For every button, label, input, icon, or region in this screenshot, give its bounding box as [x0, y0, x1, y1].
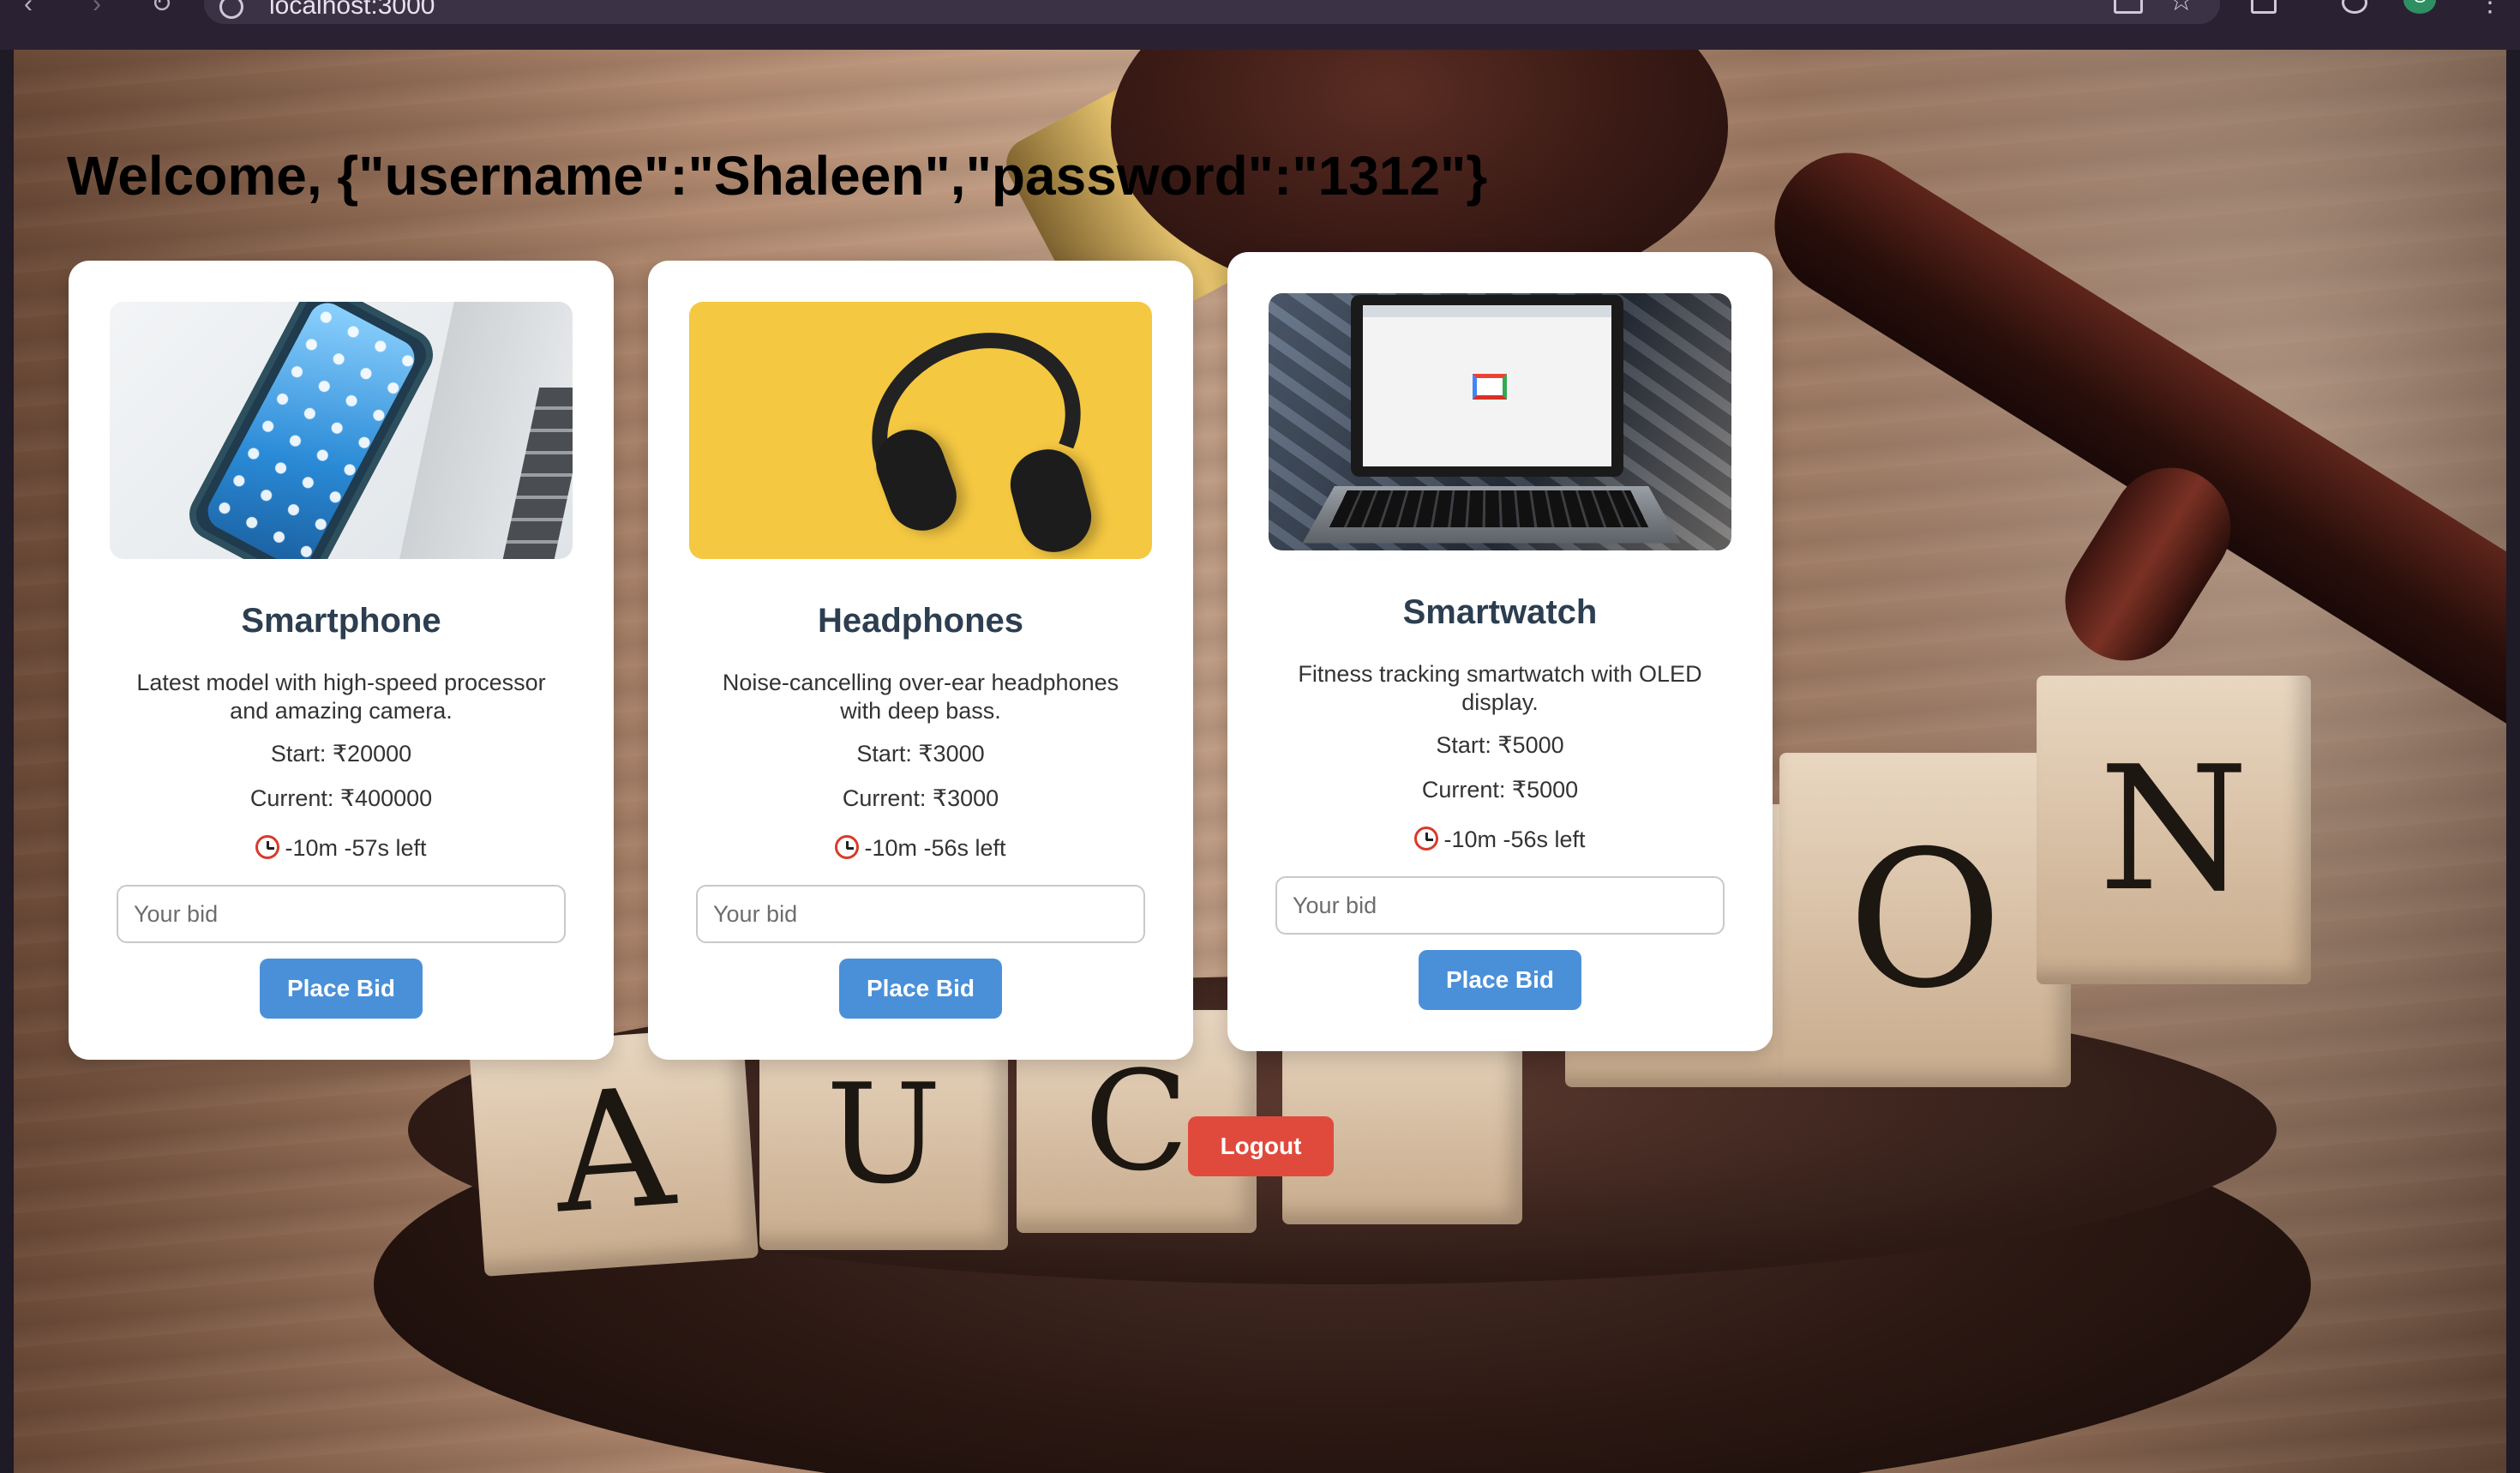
item-title: Smartwatch [1402, 593, 1598, 631]
item-card-smartphone: Smartphone Latest model with high-speed … [69, 261, 614, 1060]
item-card-headphones: Headphones Noise-cancelling over-ear hea… [648, 261, 1193, 1060]
item-start-price: Start: ₹20000 [270, 741, 412, 767]
photo-phone [180, 302, 442, 559]
time-left-text: -10m -57s left [285, 835, 427, 861]
gmail-icon [1473, 374, 1507, 400]
item-description: Fitness tracking smartwatch with OLED di… [1298, 661, 1702, 715]
place-bid-button[interactable]: Place Bid [1419, 950, 1581, 1010]
item-description: Latest model with high-speed processor a… [136, 670, 546, 724]
photo-laptop-display [1363, 305, 1611, 466]
time-left-text: -10m -56s left [864, 835, 1006, 861]
cast-icon[interactable] [2114, 0, 2143, 14]
headphones-photo-icon [689, 302, 1152, 559]
alarm-clock-icon [255, 835, 280, 859]
item-time-left: -10m -56s left [1227, 823, 1773, 853]
smartphone-photo-icon [110, 302, 573, 559]
place-bid-button[interactable]: Place Bid [260, 959, 423, 1019]
laptop-photo-icon [1269, 293, 1731, 550]
reload-icon[interactable]: ↻ [151, 0, 172, 26]
extensions-icon[interactable] [2251, 0, 2277, 14]
bid-input[interactable] [696, 885, 1145, 943]
welcome-heading: Welcome, {"username":"Shaleen","password… [67, 145, 1488, 207]
item-card-smartwatch: Smartwatch Fitness tracking smartwatch w… [1227, 252, 1773, 1051]
item-start-price: Start: ₹5000 [1436, 732, 1564, 758]
item-title: Smartphone [241, 602, 441, 640]
browser-toolbar: ‹ › ↻ localhost:3000 ☆ G ⋮ [0, 0, 2520, 50]
url-text[interactable]: localhost:3000 [269, 0, 435, 19]
item-time-left: -10m -57s left [69, 832, 614, 862]
item-time-left: -10m -56s left [648, 832, 1193, 862]
forward-icon[interactable]: › [93, 0, 101, 26]
item-start-price: Start: ₹3000 [856, 741, 985, 767]
item-current-price: Current: ₹400000 [249, 785, 433, 811]
place-bid-button[interactable]: Place Bid [839, 959, 1002, 1019]
back-icon[interactable]: ‹ [24, 0, 33, 26]
bookmark-star-icon[interactable]: ☆ [2169, 0, 2194, 15]
item-current-price: Current: ₹3000 [842, 785, 999, 811]
item-title: Headphones [817, 602, 1024, 640]
photo-laptop-keyboard [1329, 490, 1649, 527]
item-current-price: Current: ₹5000 [1421, 777, 1579, 803]
more-menu-icon[interactable]: ⋮ [2477, 0, 2503, 16]
item-description: Noise-cancelling over-ear headphones wit… [722, 670, 1119, 724]
logout-button[interactable]: Logout [1188, 1116, 1334, 1176]
site-info-icon[interactable] [219, 0, 243, 19]
bid-input[interactable] [117, 885, 566, 943]
bid-input[interactable] [1275, 876, 1725, 935]
time-left-text: -10m -56s left [1443, 827, 1586, 852]
photo-browser-bar [1363, 305, 1611, 317]
alarm-clock-icon [835, 835, 860, 859]
auction-dashboard: Welcome, {"username":"Shaleen","password… [14, 50, 2506, 1473]
profile-avatar[interactable]: G [2403, 0, 2436, 14]
chat-icon[interactable] [2342, 0, 2367, 14]
address-bar[interactable]: localhost:3000 ☆ [204, 0, 2220, 24]
alarm-clock-icon [1414, 827, 1439, 851]
page-viewport: A U C O N Welcome, {"username":"Shaleen"… [14, 50, 2506, 1473]
photo-phone-screen [201, 302, 422, 559]
